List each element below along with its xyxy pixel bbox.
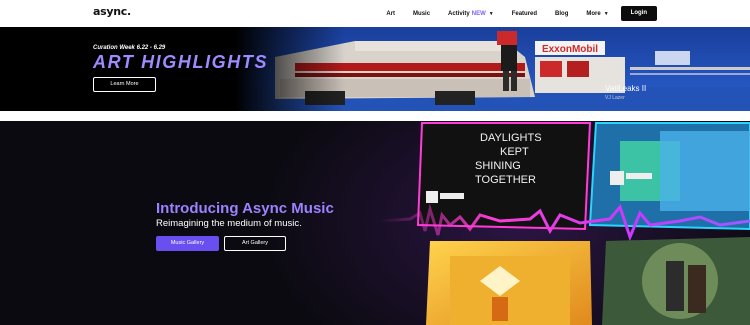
async-music-title: Introducing Async Music <box>156 200 334 217</box>
art-highlights-banner: ExxonMobil Curation Week 6.22 - 6.29 ART… <box>0 27 750 111</box>
chevron-down-icon: ▼ <box>488 10 494 17</box>
art-highlights-title: ART HIGHLIGHTS <box>93 52 269 72</box>
gold-cover[interactable] <box>426 241 592 325</box>
cover-line-4: TOGETHER <box>475 174 536 186</box>
music-collage: DAYLIGHTS KEPT SHINING TOGETHER <box>380 122 750 325</box>
nav-more[interactable]: More ▼ <box>586 11 608 17</box>
nav-music[interactable]: Music <box>413 11 430 17</box>
async-music-banner: DAYLIGHTS KEPT SHINING TOGETHER Introduc… <box>0 121 750 325</box>
async-logo[interactable]: async. <box>93 5 131 18</box>
art-gallery-button[interactable]: Art Gallery <box>224 236 286 251</box>
nav-links: Art Music Activity NEW ▼ Featured Blog M… <box>368 6 657 21</box>
nav-more-label: More <box>586 10 601 17</box>
nav-activity-label: Activity <box>448 10 470 17</box>
section-gap <box>0 111 750 121</box>
music-gallery-button[interactable]: Music Gallery <box>156 236 219 251</box>
artwork-author[interactable]: VJ Lazer <box>605 95 625 101</box>
learn-more-button[interactable]: Learn More <box>93 77 156 92</box>
async-music-subtitle: Reimagining the medium of music. <box>156 218 302 229</box>
artwork-title[interactable]: VatiLeaks II <box>605 84 646 93</box>
nav-art[interactable]: Art <box>386 11 395 17</box>
nav-blog[interactable]: Blog <box>555 11 568 17</box>
chevron-down-icon: ▼ <box>603 10 609 17</box>
nav-activity[interactable]: Activity NEW ▼ <box>448 11 494 17</box>
cover-line-1: DAYLIGHTS <box>480 132 542 144</box>
cover-line-2: KEPT <box>500 146 529 158</box>
login-button[interactable]: Login <box>620 6 657 21</box>
top-nav: async. Art Music Activity NEW ▼ Featured… <box>0 0 750 27</box>
daylights-cover[interactable]: DAYLIGHTS KEPT SHINING TOGETHER <box>416 122 592 231</box>
nav-featured[interactable]: Featured <box>512 11 537 17</box>
photo-cover[interactable] <box>602 237 750 325</box>
exxonmobil-sign: ExxonMobil <box>542 44 598 55</box>
new-badge: NEW <box>471 10 486 17</box>
curation-week: Curation Week 6.22 - 6.29 <box>93 45 166 51</box>
cover-line-3: SHINING <box>475 160 521 172</box>
